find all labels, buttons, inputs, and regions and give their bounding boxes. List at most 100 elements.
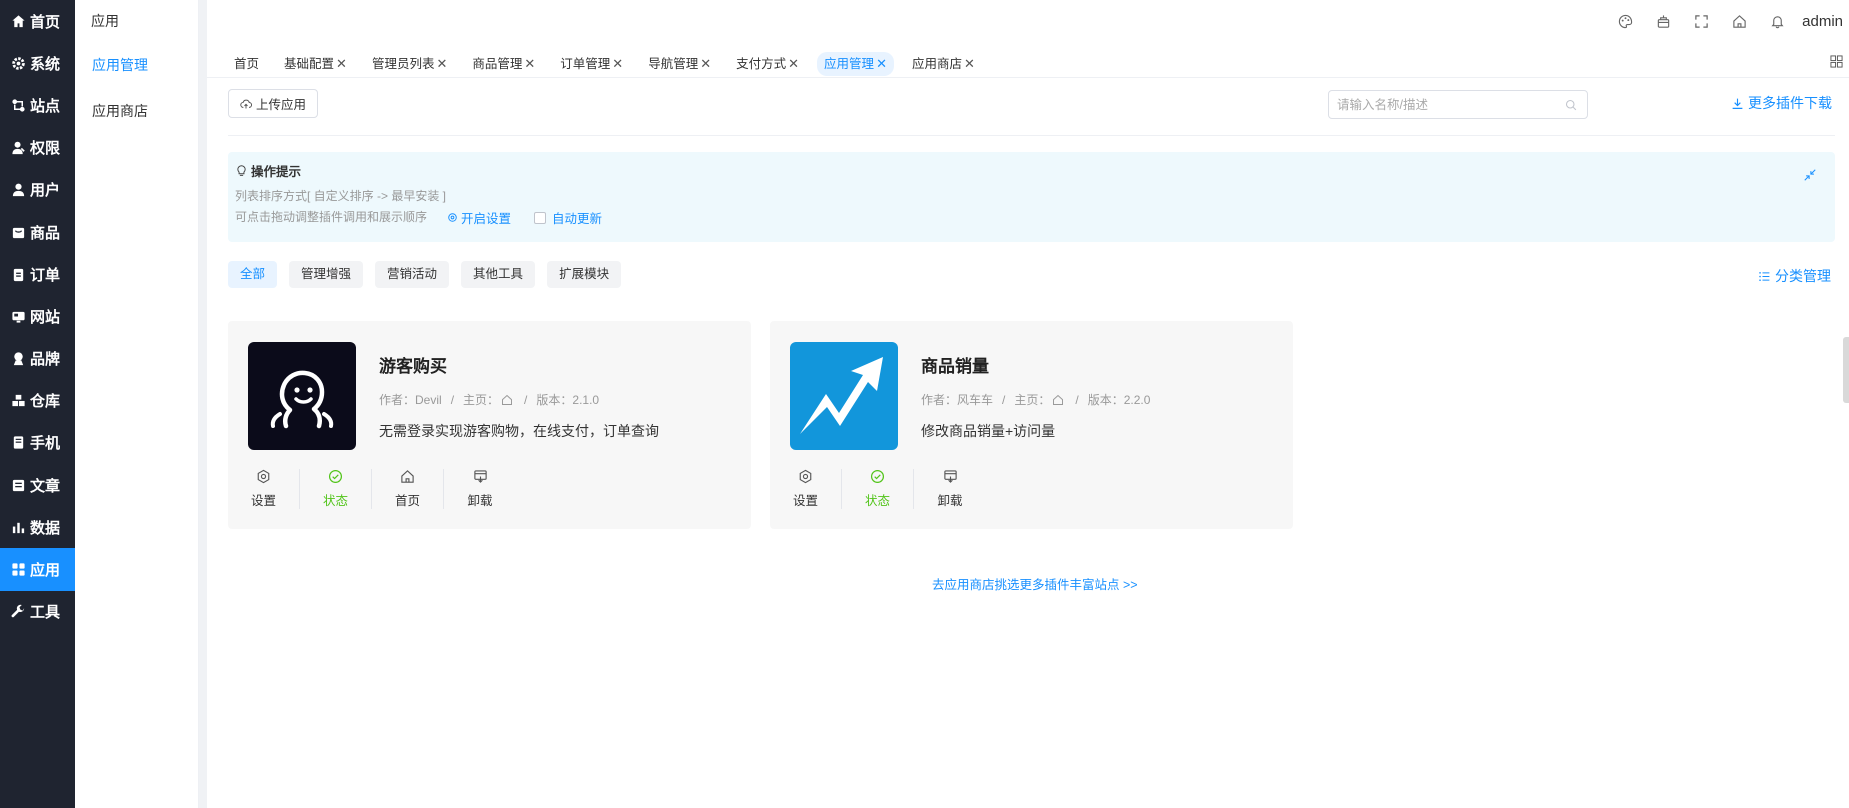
checkbox-box[interactable] — [534, 211, 546, 224]
plugin-name: 商品销量 — [921, 357, 989, 376]
top-header: admin — [207, 0, 1849, 42]
search-icon[interactable] — [1565, 99, 1577, 111]
check-circle-icon — [870, 469, 885, 484]
sidebar-item-label: 系统 — [30, 55, 61, 73]
close-icon[interactable]: ✕ — [876, 52, 887, 76]
app-store-link[interactable]: 去应用商店挑选更多插件丰富站点 >> — [932, 574, 1138, 593]
plugin-logo — [790, 342, 898, 450]
sidebar-item-data[interactable]: 数据 — [0, 506, 75, 548]
category-marketing[interactable]: 营销活动 — [375, 261, 450, 288]
side-drawer-handle[interactable] — [1843, 337, 1849, 403]
search-box — [1328, 90, 1588, 119]
close-icon[interactable]: ✕ — [436, 52, 447, 76]
plugin-home-button[interactable]: 首页 — [372, 469, 444, 509]
tab-nav-manage[interactable]: 导航管理 ✕ — [641, 52, 718, 76]
category-other-tools[interactable]: 其他工具 — [461, 261, 536, 288]
sidebar-item-label: 订单 — [30, 266, 61, 284]
site-icon — [11, 98, 26, 113]
sidebar-item-order[interactable]: 订单 — [0, 253, 75, 295]
sidebar-item-website[interactable]: 网站 — [0, 295, 75, 337]
tab-order-manage[interactable]: 订单管理 ✕ — [553, 52, 630, 76]
tab-goods-manage[interactable]: 商品管理 ✕ — [465, 52, 542, 76]
enable-setting-link[interactable]: 开启设置 — [447, 208, 511, 227]
action-label: 状态 — [864, 494, 890, 508]
fullscreen-icon[interactable] — [1682, 0, 1720, 42]
sidebar-item-home[interactable]: 首页 — [0, 0, 75, 42]
clear-cache-icon[interactable] — [1644, 0, 1682, 42]
plugin-settings-button[interactable]: 设置 — [228, 469, 300, 509]
search-input[interactable] — [1337, 97, 1557, 112]
sales-trend-icon — [790, 342, 898, 450]
auto-update-checkbox[interactable]: 自动更新 — [534, 208, 602, 227]
home-icon[interactable] — [1052, 394, 1064, 406]
user-menu[interactable]: admin — [1802, 13, 1843, 30]
action-label: 卸载 — [937, 494, 963, 508]
sidebar-item-site[interactable]: 站点 — [0, 84, 75, 126]
goods-icon — [11, 225, 26, 240]
tab-label: 订单管理 — [560, 56, 611, 71]
plugin-settings-button[interactable]: 设置 — [770, 469, 842, 509]
meta-separator: / — [524, 392, 528, 407]
close-icon[interactable]: ✕ — [612, 52, 623, 76]
close-icon[interactable]: ✕ — [788, 52, 799, 76]
category-admin-enhance[interactable]: 管理增强 — [289, 261, 364, 288]
home-icon[interactable] — [501, 394, 513, 406]
sidebar-item-permission[interactable]: 权限 — [0, 127, 75, 169]
category-manage-link[interactable]: 分类管理 — [1758, 266, 1831, 286]
chart-icon — [11, 520, 26, 535]
tab-admin-list[interactable]: 管理员列表 ✕ — [365, 52, 454, 76]
website-icon — [11, 309, 26, 324]
sidebar-item-label: 首页 — [30, 13, 61, 31]
plugin-card[interactable]: 商品销量 作者：风车车 / 主页： / 版本：2.2.0 修改商品销量+访问量 … — [770, 321, 1293, 529]
submenu-item-app-manage[interactable]: 应用管理 — [75, 42, 198, 88]
sidebar-item-label: 数据 — [30, 519, 61, 537]
sidebar-item-tools[interactable]: 工具 — [0, 591, 75, 633]
tab-app-manage[interactable]: 应用管理 ✕ — [817, 51, 894, 76]
sidebar-item-apps[interactable]: 应用 — [0, 548, 75, 591]
sidebar-item-user[interactable]: 用户 — [0, 169, 75, 211]
divider — [228, 135, 1835, 136]
tip-title: 操作提示 — [235, 161, 301, 180]
sidebar-item-phone[interactable]: 手机 — [0, 422, 75, 464]
tab-home[interactable]: 首页 — [227, 52, 266, 76]
sidebar-item-goods[interactable]: 商品 — [0, 211, 75, 253]
tab-payment[interactable]: 支付方式 ✕ — [729, 52, 806, 76]
sidebar-item-label: 品牌 — [30, 351, 61, 369]
category-manage-label: 分类管理 — [1775, 268, 1831, 284]
bell-icon[interactable] — [1758, 0, 1796, 42]
order-icon — [11, 267, 26, 282]
tab-label: 支付方式 — [736, 56, 787, 71]
home-icon[interactable] — [1720, 0, 1758, 42]
collapse-icon[interactable] — [1803, 168, 1817, 182]
submenu-item-app-store[interactable]: 应用商店 — [75, 88, 198, 134]
plugin-status-button[interactable]: 状态 — [300, 469, 372, 509]
upload-app-button[interactable]: 上传应用 — [228, 89, 318, 118]
close-icon[interactable]: ✕ — [336, 52, 347, 76]
tab-label: 应用管理 — [824, 56, 875, 71]
sidebar-item-warehouse[interactable]: 仓库 — [0, 380, 75, 422]
sidebar-item-article[interactable]: 文章 — [0, 464, 75, 506]
tab-basic-config[interactable]: 基础配置 ✕ — [277, 52, 354, 76]
sidebar-item-system[interactable]: 系统 — [0, 42, 75, 84]
uninstall-icon — [473, 470, 487, 483]
plugin-status-button[interactable]: 状态 — [842, 469, 914, 509]
category-extension[interactable]: 扩展模块 — [547, 261, 622, 288]
main-content: 上传应用 更多插件下载 操作提示 列表排序方式[ 自定义排序 -> 最早安装 ]… — [207, 80, 1849, 808]
category-all[interactable]: 全部 — [228, 261, 278, 288]
plugin-uninstall-button[interactable]: 卸载 — [914, 469, 986, 509]
uninstall-icon — [943, 470, 957, 483]
palette-icon[interactable] — [1606, 0, 1644, 42]
sidebar-item-brand[interactable]: 品牌 — [0, 338, 75, 380]
tab-menu-icon[interactable] — [1830, 55, 1843, 68]
close-icon[interactable]: ✕ — [700, 52, 711, 76]
tab-app-store[interactable]: 应用商店 ✕ — [905, 52, 982, 76]
more-plugins-download-link[interactable]: 更多插件下载 — [1731, 93, 1832, 113]
close-icon[interactable]: ✕ — [964, 52, 975, 76]
cloud-upload-icon — [240, 99, 252, 108]
plugin-uninstall-button[interactable]: 卸载 — [444, 469, 516, 509]
close-icon[interactable]: ✕ — [524, 52, 535, 76]
plugin-meta: 作者：风车车 / 主页： / 版本：2.2.0 — [921, 391, 1150, 408]
sidebar-item-label: 手机 — [30, 435, 61, 453]
plugin-card[interactable]: 游客购买 作者：Devil / 主页： / 版本：2.1.0 无需登录实现游客购… — [228, 321, 751, 529]
plugin-version: 版本：2.1.0 — [536, 393, 600, 407]
